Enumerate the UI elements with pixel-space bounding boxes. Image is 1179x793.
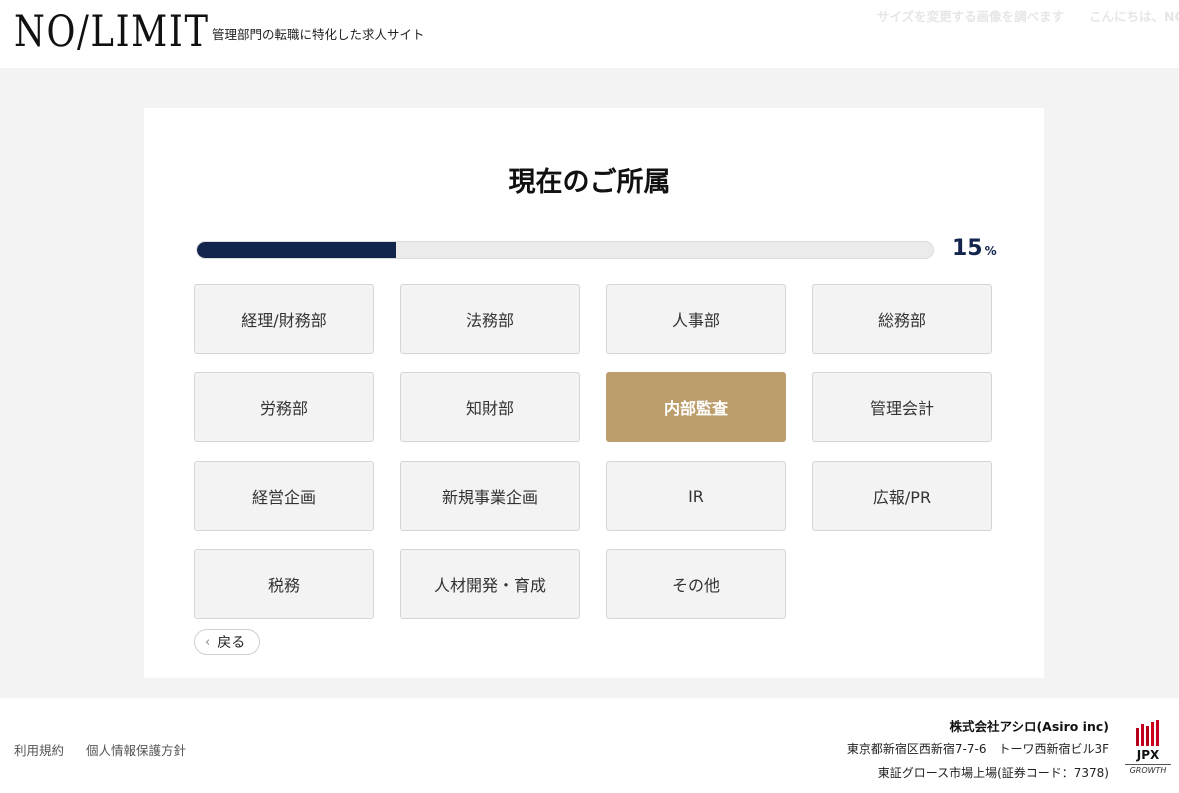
option-button[interactable]: 内部監査	[606, 372, 786, 442]
option-button[interactable]: その他	[606, 549, 786, 619]
option-button[interactable]: 人材開発・育成	[400, 549, 580, 619]
company-address: 東京都新宿区西新宿7-7-6 トーワ西新宿ビル3F	[846, 742, 1109, 756]
progress-unit: %	[984, 244, 997, 258]
progress-value: 15	[952, 236, 983, 261]
progress-bar-fill	[197, 242, 396, 258]
option-button[interactable]: 経営企画	[194, 461, 374, 531]
option-button[interactable]: 人事部	[606, 284, 786, 354]
site-tagline: 管理部門の転職に特化した求人サイト	[212, 27, 425, 42]
company-name: 株式会社アシロ(Asiro inc)	[949, 719, 1109, 734]
option-button[interactable]: 管理会計	[812, 372, 992, 442]
jpx-bars-icon	[1136, 720, 1159, 746]
option-button[interactable]: 新規事業企画	[400, 461, 580, 531]
option-button[interactable]: 税務	[194, 549, 374, 619]
option-button[interactable]: 総務部	[812, 284, 992, 354]
jpx-label: JPX	[1136, 748, 1160, 762]
option-button[interactable]: 労務部	[194, 372, 374, 442]
site-header: NO/LIMIT 管理部門の転職に特化した求人サイト サイズを変更する画像を調べ…	[0, 0, 1179, 68]
site-footer: 利用規約 個人情報保護方針 株式会社アシロ(Asiro inc) 東京都新宿区西…	[0, 698, 1179, 793]
terms-link[interactable]: 利用規約	[14, 740, 64, 759]
progress-percentage: 15%	[952, 236, 997, 261]
question-title: 現在のご所属	[508, 167, 671, 198]
back-button[interactable]: ‹ 戻る	[194, 629, 260, 655]
faded-header-text: サイズを変更する画像を調べます	[877, 9, 1065, 24]
faded-greeting-text: こんにちは、NO	[1089, 9, 1179, 24]
option-button[interactable]: IR	[606, 461, 786, 531]
stock-listing-info: 東証グロース市場上場(証券コード：7378)	[877, 766, 1109, 780]
jpx-growth-label: GROWTH	[1129, 766, 1167, 775]
option-button[interactable]: 法務部	[400, 284, 580, 354]
privacy-policy-link[interactable]: 個人情報保護方針	[86, 740, 186, 759]
option-button[interactable]: 経理/財務部	[194, 284, 374, 354]
site-logo[interactable]: NO/LIMIT	[14, 8, 210, 56]
chevron-left-icon: ‹	[205, 634, 211, 650]
option-button[interactable]: 広報/PR	[812, 461, 992, 531]
jpx-growth-logo: JPX GROWTH	[1125, 720, 1171, 776]
back-button-label: 戻る	[217, 635, 246, 651]
option-button[interactable]: 知財部	[400, 372, 580, 442]
progress-bar	[196, 241, 934, 259]
jpx-divider	[1125, 764, 1171, 765]
